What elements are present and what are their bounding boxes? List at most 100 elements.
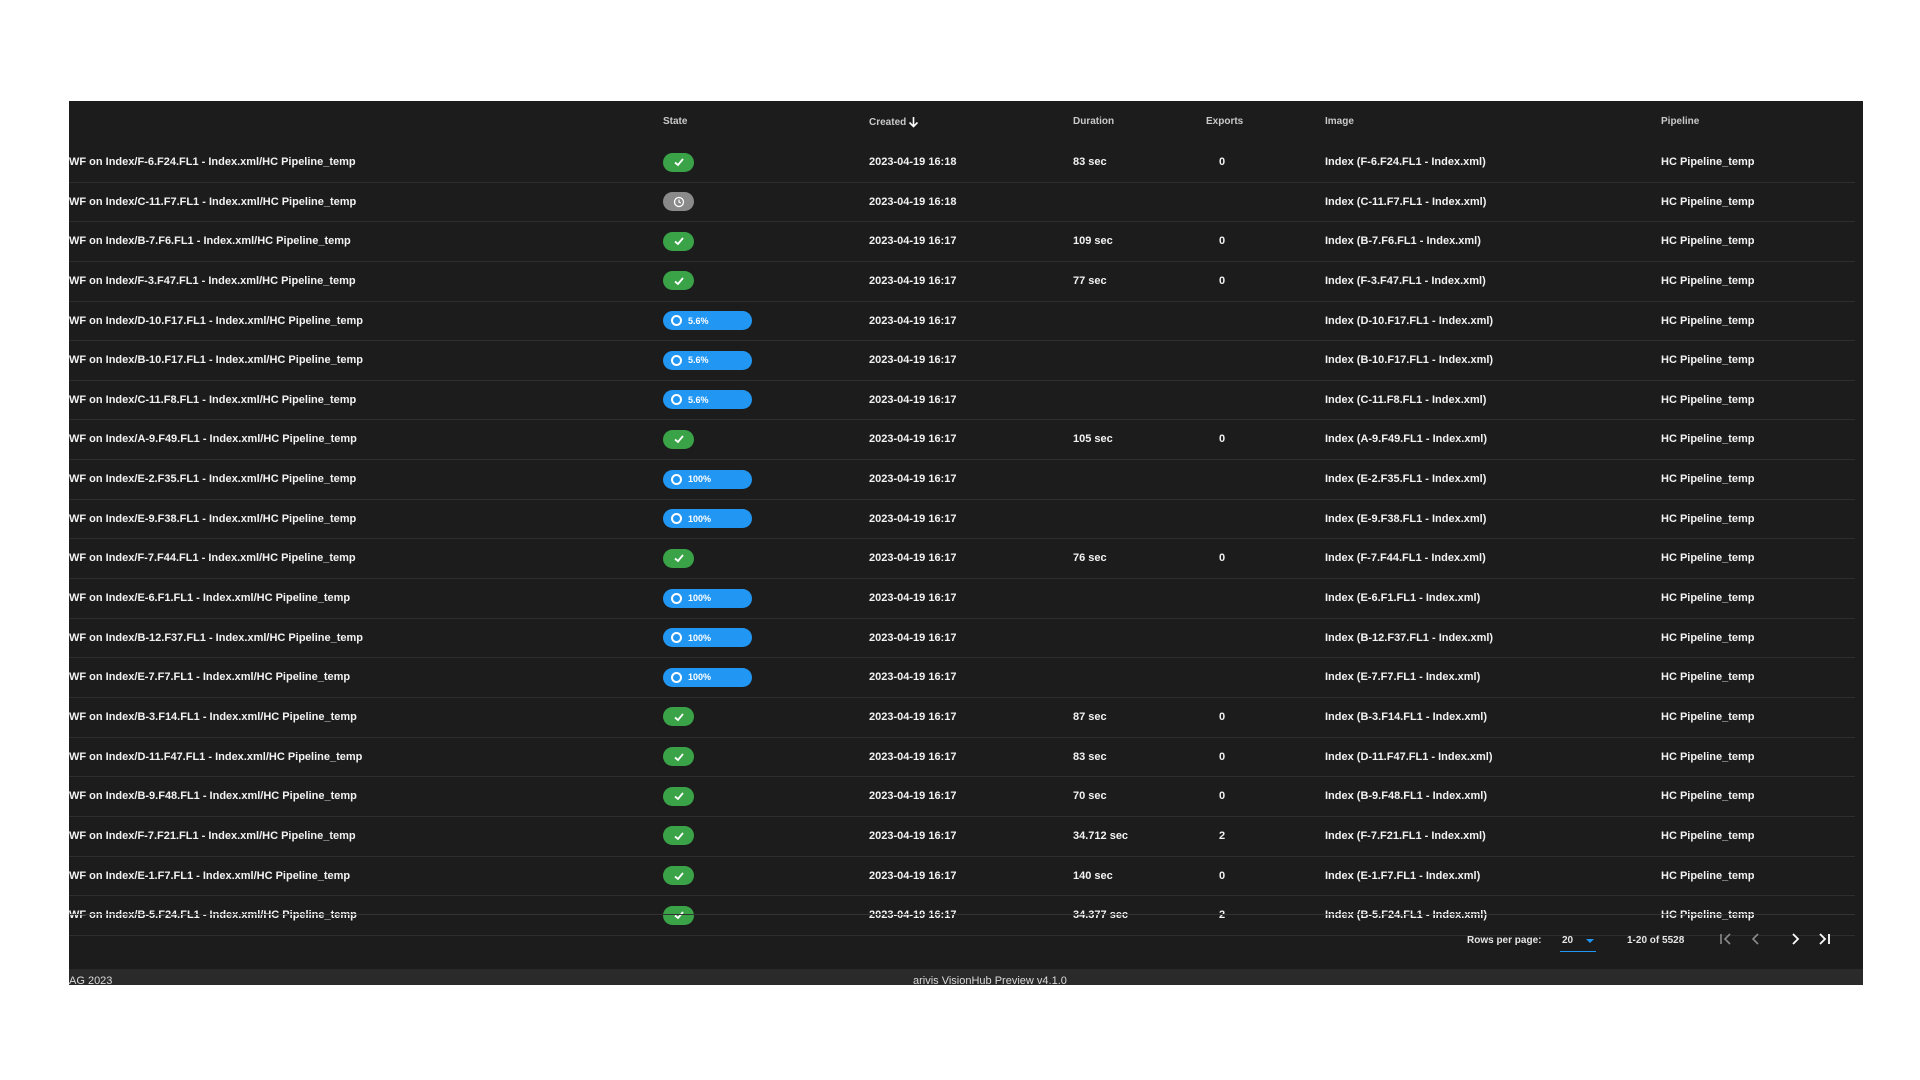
image-name: Index (B-7.F6.FL1 - Index.xml)	[1325, 235, 1481, 248]
workflow-name: WF on Index/B-3.F14.FL1 - Index.xml/HC P…	[69, 710, 357, 723]
image-name: Index (A-9.F49.FL1 - Index.xml)	[1325, 433, 1487, 446]
exports-count: 0	[1218, 433, 1226, 446]
workflow-name: WF on Index/E-6.F1.FL1 - Index.xml/HC Pi…	[69, 592, 351, 605]
created-time: 2023-04-19 16:17	[869, 790, 957, 803]
pipeline-name: HC Pipeline_temp	[1661, 552, 1755, 565]
table-row[interactable]: WF on Index/E-6.F1.FL1 - Index.xml/HC Pi…	[69, 579, 1855, 619]
progress-text: 100%	[688, 593, 712, 604]
table-row[interactable]: WF on Index/B-3.F14.FL1 - Index.xml/HC P…	[69, 698, 1855, 738]
status-badge-running: 100%	[663, 628, 752, 648]
image-name: Index (E-1.F7.FL1 - Index.xml)	[1325, 869, 1481, 882]
image-name: Index (E-9.F38.FL1 - Index.xml)	[1325, 512, 1487, 525]
workflow-name: WF on Index/F-7.F44.FL1 - Index.xml/HC P…	[69, 552, 356, 565]
exports-count: 0	[1218, 156, 1226, 168]
workflow-name: WF on Index/E-9.F38.FL1 - Index.xml/HC P…	[69, 512, 357, 525]
created-time: 2023-04-19 16:17	[869, 671, 957, 684]
image-name: Index (C-11.F7.FL1 - Index.xml)	[1325, 195, 1487, 208]
table-row[interactable]: WF on Index/E-7.F7.FL1 - Index.xml/HC Pi…	[69, 658, 1855, 698]
status-badge-running: 100%	[663, 469, 752, 489]
status-badge-running: 5.6%	[663, 311, 752, 331]
table-row[interactable]: WF on Index/B-9.F48.FL1 - Index.xml/HC P…	[69, 777, 1855, 817]
created-time: 2023-04-19 16:17	[869, 473, 957, 486]
chevron-left-icon[interactable]	[1747, 930, 1765, 948]
check-icon	[673, 832, 684, 841]
image-name: Index (E-7.F7.FL1 - Index.xml)	[1325, 671, 1481, 684]
image-name: Index (D-11.F47.FL1 - Index.xml)	[1325, 750, 1493, 763]
workflow-name: WF on Index/E-1.F7.FL1 - Index.xml/HC Pi…	[69, 869, 351, 882]
status-badge-completed	[663, 826, 694, 846]
progress-text: 100%	[688, 672, 712, 683]
pipeline-name: HC Pipeline_temp	[1661, 354, 1755, 367]
created-time: 2023-04-19 16:17	[869, 314, 957, 327]
rows-per-page-value: 20	[1562, 935, 1574, 946]
progress-ring-icon	[671, 473, 682, 485]
table-row[interactable]: WF on Index/F-3.F47.FL1 - Index.xml/HC P…	[69, 262, 1855, 302]
image-name: Index (E-2.F35.FL1 - Index.xml)	[1325, 473, 1487, 486]
table-row[interactable]: WF on Index/E-9.F38.FL1 - Index.xml/HC P…	[69, 500, 1855, 540]
workflow-name: WF on Index/F-6.F24.FL1 - Index.xml/HC P…	[69, 156, 356, 168]
progress-ring-icon	[671, 394, 682, 406]
pipeline-name: HC Pipeline_temp	[1661, 671, 1755, 684]
table-row[interactable]: WF on Index/E-2.F35.FL1 - Index.xml/HC P…	[69, 460, 1855, 500]
duration-value: 76 sec	[1073, 552, 1107, 565]
status-badge-running: 100%	[663, 509, 752, 529]
state-cell	[663, 222, 694, 260]
created-time: 2023-04-19 16:17	[869, 710, 957, 723]
table-row[interactable]: WF on Index/D-10.F17.FL1 - Index.xml/HC …	[69, 302, 1855, 342]
state-cell: 100%	[663, 619, 752, 657]
state-cell	[663, 539, 694, 577]
table-row[interactable]: WF on Index/E-1.F7.FL1 - Index.xml/HC Pi…	[69, 857, 1855, 897]
clock-icon	[673, 196, 684, 207]
workflow-name: WF on Index/B-9.F48.FL1 - Index.xml/HC P…	[69, 790, 357, 803]
table-row[interactable]: WF on Index/A-9.F49.FL1 - Index.xml/HC P…	[69, 420, 1855, 461]
table-row[interactable]: WF on Index/B-7.F6.FL1 - Index.xml/HC Pi…	[69, 222, 1855, 262]
column-header-image[interactable]: Image	[1325, 116, 1354, 127]
state-cell	[663, 777, 694, 815]
chevron-right-icon[interactable]	[1786, 930, 1804, 948]
workflow-name: WF on Index/C-11.F8.FL1 - Index.xml/HC P…	[69, 393, 357, 406]
pipeline-name: HC Pipeline_temp	[1661, 156, 1755, 168]
workflow-name: WF on Index/E-7.F7.FL1 - Index.xml/HC Pi…	[69, 671, 351, 684]
first-page-icon[interactable]	[1717, 930, 1735, 948]
table-row[interactable]: WF on Index/F-7.F44.FL1 - Index.xml/HC P…	[69, 539, 1855, 580]
table-row[interactable]: WF on Index/B-12.F37.FL1 - Index.xml/HC …	[69, 619, 1855, 659]
state-cell	[663, 817, 694, 855]
status-badge-completed	[663, 786, 694, 806]
column-header-exports[interactable]: Exports	[1206, 116, 1243, 127]
state-cell: 5.6%	[663, 341, 752, 379]
pipeline-name: HC Pipeline_temp	[1661, 710, 1755, 723]
table-row[interactable]: WF on Index/D-11.F47.FL1 - Index.xml/HC …	[69, 738, 1855, 778]
state-cell: 100%	[663, 500, 752, 538]
workflow-name: WF on Index/D-11.F47.FL1 - Index.xml/HC …	[69, 750, 363, 763]
rows-per-page-select[interactable]: 20	[1560, 929, 1596, 952]
column-header-duration[interactable]: Duration	[1073, 116, 1114, 127]
created-time: 2023-04-19 16:17	[869, 393, 957, 406]
table-row[interactable]: WF on Index/F-7.F21.FL1 - Index.xml/HC P…	[69, 817, 1855, 857]
state-cell	[663, 143, 694, 181]
state-cell	[663, 420, 694, 458]
state-cell	[663, 738, 694, 776]
check-icon	[673, 753, 684, 761]
column-header-pipeline[interactable]: Pipeline	[1661, 116, 1699, 127]
status-badge-completed	[663, 152, 694, 172]
table-row[interactable]: WF on Index/F-6.F24.FL1 - Index.xml/HC P…	[69, 143, 1855, 183]
table-row[interactable]: WF on Index/B-10.F17.FL1 - Index.xml/HC …	[69, 341, 1855, 381]
image-name: Index (F-7.F21.FL1 - Index.xml)	[1325, 829, 1486, 842]
last-page-icon[interactable]	[1815, 930, 1833, 948]
status-badge-running: 5.6%	[663, 350, 752, 370]
status-badge-completed	[663, 231, 694, 251]
column-header-created-label: Created	[869, 117, 907, 128]
check-icon	[673, 158, 684, 167]
image-name: Index (E-6.F1.FL1 - Index.xml)	[1325, 592, 1481, 605]
duration-value: 77 sec	[1073, 274, 1107, 287]
app-version-text: arivis VisionHub Preview v4.1.0	[913, 975, 1067, 985]
table-row[interactable]: WF on Index/C-11.F7.FL1 - Index.xml/HC P…	[69, 183, 1855, 223]
image-name: Index (F-3.F47.FL1 - Index.xml)	[1325, 274, 1486, 287]
progress-text: 5.6%	[688, 315, 709, 326]
image-name: Index (C-11.F8.FL1 - Index.xml)	[1325, 393, 1487, 406]
arrow-down-icon	[909, 117, 919, 128]
pipeline-name: HC Pipeline_temp	[1661, 592, 1755, 605]
column-header-state[interactable]: State	[663, 116, 687, 127]
table-row[interactable]: WF on Index/C-11.F8.FL1 - Index.xml/HC P…	[69, 381, 1855, 421]
column-header-created[interactable]: Created	[869, 116, 919, 128]
